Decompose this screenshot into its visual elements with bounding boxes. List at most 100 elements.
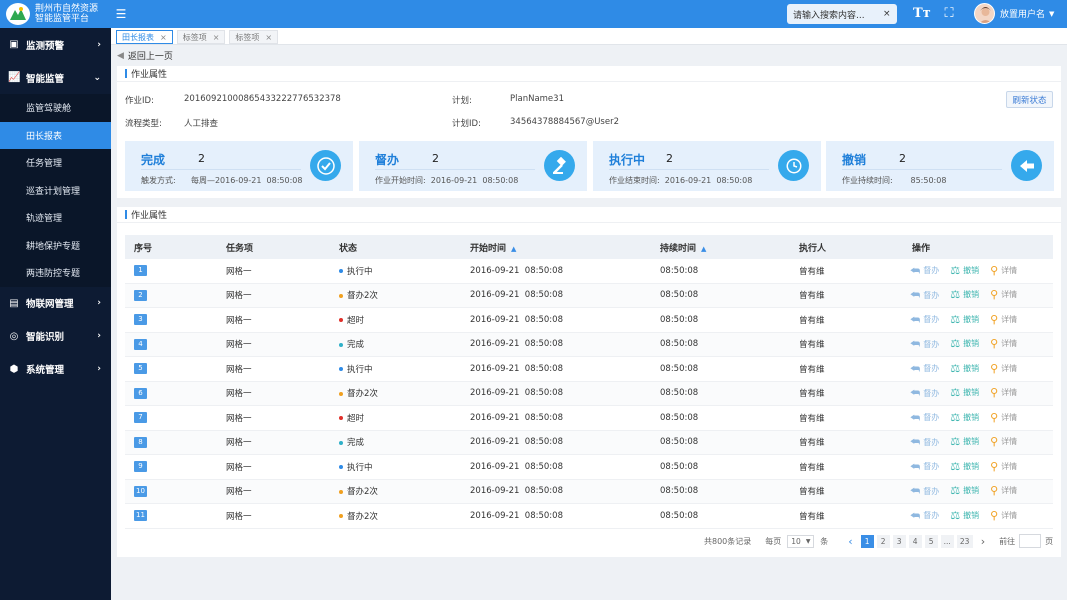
- user-menu[interactable]: 放置用户名 ▼: [974, 3, 1054, 24]
- revoke-action[interactable]: ⚖ 撤销: [950, 509, 979, 522]
- nav-group-iot[interactable]: ▤ 物联网管理 ›: [0, 287, 111, 320]
- detail-action[interactable]: ⚲ 详情: [990, 288, 1017, 301]
- page-button[interactable]: 2: [876, 534, 890, 548]
- search-input[interactable]: [793, 9, 879, 19]
- revoke-action[interactable]: ⚖ 撤销: [950, 411, 979, 424]
- logo-icon: [6, 3, 30, 25]
- revoke-action[interactable]: ⚖ 撤销: [950, 435, 979, 448]
- table-row: 3 网格一 超时 2016-09-21 08:50:08 08:50:08 曾有维 ⮪ 督办 ⚖…: [125, 308, 1053, 333]
- revoke-action[interactable]: ⚖ 撤销: [950, 264, 979, 277]
- detail-action[interactable]: ⚲ 详情: [990, 362, 1017, 375]
- col-start-time[interactable]: 开始时间 ▲: [470, 241, 516, 254]
- page-button[interactable]: 5: [924, 534, 938, 548]
- supervise-action[interactable]: ⮪ 督办: [910, 264, 939, 278]
- detail-action[interactable]: ⚲ 详情: [990, 509, 1017, 522]
- row-status: 超时: [339, 314, 364, 326]
- close-icon[interactable]: ×: [160, 33, 167, 42]
- search-icon: ⚲: [990, 361, 999, 375]
- search-icon: ⚲: [990, 386, 999, 400]
- close-icon[interactable]: ×: [265, 33, 272, 42]
- refresh-status-button[interactable]: 刷新状态: [1006, 91, 1053, 108]
- detail-action[interactable]: ⚲ 详情: [990, 460, 1017, 473]
- job-id-value: 20160921000865433222776532378: [184, 94, 341, 104]
- row-task: 网格一: [226, 340, 252, 351]
- detail-action[interactable]: ⚲ 详情: [990, 484, 1017, 497]
- sidebar-item-cockpit[interactable]: 监管驾驶舱: [0, 94, 111, 122]
- row-duration: 08:50:08: [660, 412, 699, 423]
- next-page-icon[interactable]: ›: [981, 535, 985, 548]
- supervise-action[interactable]: ⮪ 督办: [910, 337, 939, 351]
- row-status: 执行中: [339, 363, 373, 375]
- gavel-icon: ⚖: [950, 337, 961, 351]
- row-executor: 曾有维: [799, 340, 825, 351]
- page-size-select[interactable]: 10 ▼: [787, 534, 815, 548]
- search-icon: ⚲: [990, 410, 999, 424]
- prev-page-icon[interactable]: ‹: [848, 535, 852, 548]
- page-button[interactable]: 3: [892, 534, 906, 548]
- page-button[interactable]: ...: [940, 534, 954, 548]
- row-status: 执行中: [339, 461, 373, 473]
- sidebar-item-field-report[interactable]: 田长报表: [0, 121, 111, 149]
- page-button[interactable]: 4: [908, 534, 922, 548]
- revoke-action[interactable]: ⚖ 撤销: [950, 362, 979, 375]
- supervise-action[interactable]: ⮪ 督办: [910, 509, 939, 523]
- col-duration[interactable]: 持续时间 ▲: [660, 241, 706, 254]
- goto-page-input[interactable]: [1019, 534, 1042, 548]
- supervise-action[interactable]: ⮪ 督办: [910, 386, 939, 400]
- sidebar-item-farmland[interactable]: 耕地保护专题: [0, 231, 111, 259]
- sidebar-item-violation[interactable]: 两违防控专题: [0, 259, 111, 287]
- detail-action[interactable]: ⚲ 详情: [990, 313, 1017, 326]
- detail-action[interactable]: ⚲ 详情: [990, 264, 1017, 277]
- nav-group-smart-supervision[interactable]: 📈 智能监管 ⌄: [0, 61, 111, 94]
- gavel-icon: ⚖: [950, 508, 961, 522]
- row-status: 督办2次: [339, 510, 378, 522]
- row-index: 3: [134, 314, 147, 326]
- row-task: 网格一: [226, 487, 252, 498]
- supervise-action[interactable]: ⮪ 督办: [910, 362, 939, 376]
- gavel-icon: ⚖: [950, 410, 961, 424]
- page-button[interactable]: 1: [860, 534, 874, 548]
- back-link[interactable]: ◀ 返回上一页: [117, 49, 173, 63]
- detail-action[interactable]: ⚲ 详情: [990, 337, 1017, 350]
- sort-icon[interactable]: ▲: [511, 245, 516, 253]
- tab-field-report[interactable]: 田长报表 ×: [116, 30, 173, 44]
- revoke-action[interactable]: ⚖ 撤销: [950, 337, 979, 350]
- nav-group-monitor-warning[interactable]: ▣ 监测预警 ›: [0, 28, 111, 61]
- detail-action[interactable]: ⚲ 详情: [990, 411, 1017, 424]
- detail-action[interactable]: ⚲ 详情: [990, 386, 1017, 399]
- tab-label-1[interactable]: 标签项 ×: [176, 30, 226, 44]
- search-clear-icon[interactable]: ×: [883, 9, 891, 19]
- revoke-action[interactable]: ⚖ 撤销: [950, 386, 979, 399]
- menu-toggle-icon[interactable]: ☰: [113, 7, 129, 21]
- row-status: 超时: [339, 412, 364, 424]
- tab-label-2[interactable]: 标签项 ×: [229, 30, 279, 44]
- row-task: 网格一: [226, 315, 252, 326]
- chevron-right-icon: ›: [97, 39, 101, 50]
- sidebar-item-task-management[interactable]: 任务管理: [0, 149, 111, 177]
- close-icon[interactable]: ×: [213, 33, 220, 42]
- nav-group-system[interactable]: ⬢ 系统管理 ›: [0, 353, 111, 386]
- font-size-icon[interactable]: Tт: [913, 6, 931, 22]
- supervise-action[interactable]: ⮪ 督办: [910, 484, 939, 498]
- row-task: 网格一: [226, 291, 252, 302]
- sort-icon[interactable]: ▲: [701, 245, 706, 253]
- supervise-action[interactable]: ⮪ 督办: [910, 435, 939, 449]
- revoke-action[interactable]: ⚖ 撤销: [950, 460, 979, 473]
- table-body: 1 网格一 执行中 2016-09-21 08:50:08 08:50:08 曾有维 ⮪ 督办…: [125, 259, 1053, 529]
- row-duration: 08:50:08: [660, 388, 699, 399]
- page-button[interactable]: 23: [956, 534, 973, 548]
- nav-group-recognition[interactable]: ◎ 智能识别 ›: [0, 320, 111, 353]
- supervise-action[interactable]: ⮪ 督办: [910, 460, 939, 474]
- fullscreen-icon[interactable]: ⛶: [941, 6, 957, 22]
- supervise-action[interactable]: ⮪ 督办: [910, 313, 939, 327]
- revoke-action[interactable]: ⚖ 撤销: [950, 484, 979, 497]
- sidebar-item-patrol-plan[interactable]: 巡查计划管理: [0, 176, 111, 204]
- undo-icon: [1011, 150, 1042, 181]
- table-row: 1 网格一 执行中 2016-09-21 08:50:08 08:50:08 曾有维 ⮪ 督办…: [125, 259, 1053, 284]
- revoke-action[interactable]: ⚖ 撤销: [950, 288, 979, 301]
- supervise-action[interactable]: ⮪ 督办: [910, 288, 939, 302]
- revoke-action[interactable]: ⚖ 撤销: [950, 313, 979, 326]
- sidebar-item-track[interactable]: 轨迹管理: [0, 204, 111, 232]
- detail-action[interactable]: ⚲ 详情: [990, 435, 1017, 448]
- supervise-action[interactable]: ⮪ 督办: [910, 411, 939, 425]
